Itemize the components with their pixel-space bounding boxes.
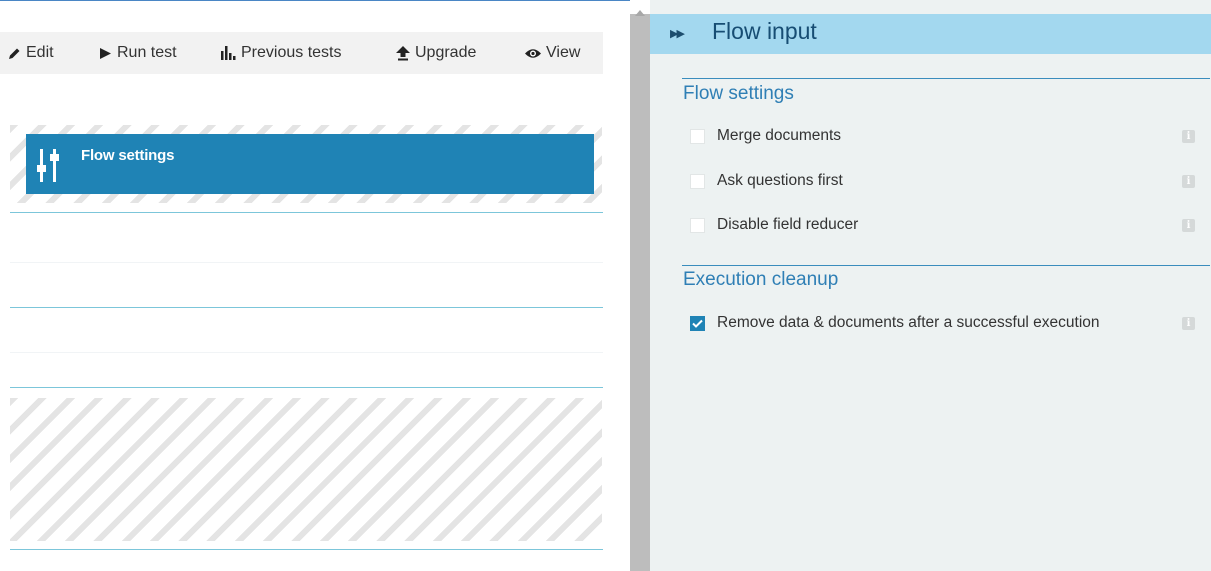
section-title-flow-settings: Flow settings (683, 83, 794, 104)
ask-questions-first-checkbox[interactable] (690, 173, 705, 189)
eye-icon (525, 48, 541, 59)
upgrade-label: Upgrade (415, 44, 477, 61)
info-icon[interactable]: i (1182, 317, 1195, 330)
view-label: View (546, 44, 581, 61)
info-icon[interactable]: i (1182, 130, 1195, 143)
run-test-button[interactable]: Run test (99, 32, 177, 74)
previous-tests-button[interactable]: Previous tests (221, 32, 341, 74)
ask-questions-first-option[interactable]: Ask questions first (690, 169, 843, 193)
disable-field-reducer-checkbox[interactable] (690, 217, 705, 233)
panel-title: Flow input (712, 18, 817, 44)
bar-chart-icon (221, 46, 236, 60)
section-title-execution-cleanup: Execution cleanup (683, 269, 839, 290)
section-divider (682, 78, 1210, 79)
upgrade-arrow-icon (396, 45, 410, 61)
remove-data-label: Remove data & documents after a successf… (717, 314, 1100, 331)
info-icon[interactable]: i (1182, 175, 1195, 188)
top-border (0, 0, 630, 1)
ask-questions-first-label: Ask questions first (717, 172, 843, 189)
flow-settings-block[interactable]: Flow settings (26, 134, 594, 194)
scrollbar-thumb[interactable] (630, 14, 650, 571)
divider (10, 549, 603, 550)
divider (10, 307, 603, 308)
disable-field-reducer-label: Disable field reducer (717, 216, 859, 233)
panel-header: ▶▶ Flow input (650, 14, 1211, 54)
edit-button[interactable]: Edit (8, 32, 54, 74)
section-divider (682, 265, 1210, 266)
checkmark-icon (692, 319, 703, 328)
edit-label: Edit (26, 44, 54, 61)
view-button[interactable]: View (525, 32, 580, 74)
divider (10, 212, 603, 213)
play-icon (99, 47, 112, 60)
remove-data-option[interactable]: Remove data & documents after a successf… (690, 311, 1100, 335)
pencil-icon (8, 47, 21, 60)
disable-field-reducer-option[interactable]: Disable field reducer (690, 213, 858, 237)
flow-input-panel: ▶▶ Flow input Flow settings Merge docume… (650, 0, 1211, 571)
merge-documents-label: Merge documents (717, 127, 842, 144)
remove-data-checkbox[interactable] (690, 315, 705, 331)
editor-toolbar: Edit Run test Previous tests Upgrade Vie… (0, 32, 603, 74)
scroll-up-arrow-icon[interactable] (635, 10, 645, 16)
row-divider (10, 262, 603, 263)
merge-documents-option[interactable]: Merge documents (690, 124, 841, 148)
divider (10, 387, 603, 388)
double-chevron-right-icon[interactable]: ▶▶ (670, 27, 685, 40)
sliders-icon (36, 146, 64, 187)
flow-settings-block-label: Flow settings (81, 147, 175, 164)
run-test-label: Run test (117, 44, 177, 61)
row-divider (10, 352, 603, 353)
merge-documents-checkbox[interactable] (690, 128, 705, 144)
previous-tests-label: Previous tests (241, 44, 342, 61)
upgrade-button[interactable]: Upgrade (396, 32, 476, 74)
info-icon[interactable]: i (1182, 219, 1195, 232)
empty-drop-zone (10, 398, 602, 541)
